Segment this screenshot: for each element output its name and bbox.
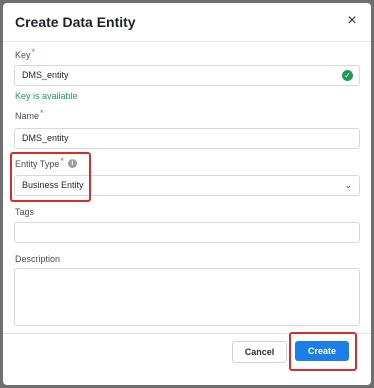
key-label-text: Key: [15, 50, 31, 60]
dialog-title: Create Data Entity: [15, 14, 136, 30]
create-button[interactable]: Create: [295, 341, 349, 361]
name-input-value: DMS_entity: [22, 133, 69, 143]
required-mark: *: [31, 47, 36, 57]
cancel-button[interactable]: Cancel: [232, 341, 287, 363]
required-mark: *: [40, 108, 44, 118]
chevron-down-icon: ⌄: [344, 180, 352, 190]
create-data-entity-dialog: Create Data Entity × Key* DMS_entity ✓ K…: [3, 3, 371, 385]
tags-input[interactable]: [14, 222, 360, 243]
key-available-status: Key is available: [15, 91, 78, 101]
name-input[interactable]: DMS_entity: [14, 128, 360, 149]
entity-type-label-text: Entity Type: [15, 159, 60, 169]
entity-type-select-value: Business Entity: [22, 180, 84, 190]
required-mark: *: [60, 156, 64, 166]
close-icon[interactable]: ×: [343, 12, 361, 30]
entity-type-select[interactable]: Business Entity ⌄: [14, 175, 360, 196]
check-circle-icon: ✓: [342, 70, 353, 81]
key-input-value: DMS_entity: [22, 70, 69, 80]
entity-type-label: Entity Type* i: [15, 156, 77, 170]
name-label: Name*: [15, 108, 44, 121]
tags-label: Tags: [15, 207, 35, 217]
info-icon[interactable]: i: [67, 159, 77, 168]
description-label: Description: [15, 254, 61, 264]
name-label-text: Name: [15, 111, 40, 121]
key-label: Key*: [15, 47, 36, 60]
description-textarea[interactable]: [14, 268, 360, 326]
footer-divider: [3, 333, 371, 334]
key-input[interactable]: DMS_entity ✓: [14, 65, 360, 86]
dialog-header: Create Data Entity ×: [3, 3, 371, 42]
